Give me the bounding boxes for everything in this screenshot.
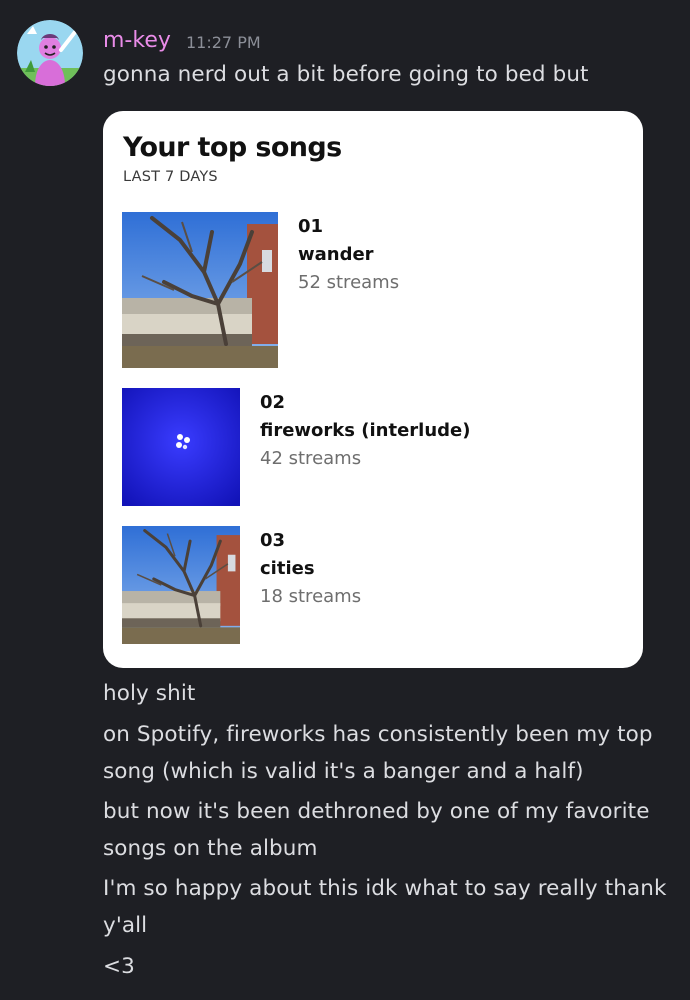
message-text: on Spotify, fireworks has consistently b… — [103, 722, 653, 784]
message-text: gonna nerd out a bit before going to bed… — [103, 62, 589, 87]
song-streams: 52 streams — [298, 272, 400, 293]
album-art-fireworks — [122, 388, 240, 506]
chat-window: m-key 11:27 PM gonna nerd out a bit befo… — [0, 0, 690, 1000]
song-title: cities — [260, 558, 315, 579]
username[interactable]: m-key — [103, 27, 171, 55]
card-subtitle: LAST 7 DAYS — [123, 169, 218, 185]
message-text: holy shit — [103, 681, 196, 706]
avatar[interactable] — [17, 20, 83, 86]
album-art-wander — [122, 212, 278, 368]
message-text: but now it's been dethroned by one of my… — [103, 799, 650, 861]
song-title: wander — [298, 244, 374, 265]
avatar-icon — [17, 20, 83, 86]
timestamp: 11:27 PM — [186, 33, 261, 52]
song-title: fireworks (interlude) — [260, 420, 471, 441]
song-rank: 01 — [298, 216, 324, 237]
top-songs-card[interactable]: Your top songs LAST 7 DAYS 01 wander 52 … — [103, 111, 643, 668]
song-rank: 03 — [260, 530, 286, 551]
song-rank: 02 — [260, 392, 286, 413]
card-title: Your top songs — [123, 132, 342, 163]
song-streams: 18 streams — [260, 586, 362, 607]
message-text: <3 — [103, 954, 135, 979]
song-streams: 42 streams — [260, 448, 362, 469]
message-text: I'm so happy about this idk what to say … — [103, 876, 667, 938]
album-art-cities — [122, 526, 240, 644]
